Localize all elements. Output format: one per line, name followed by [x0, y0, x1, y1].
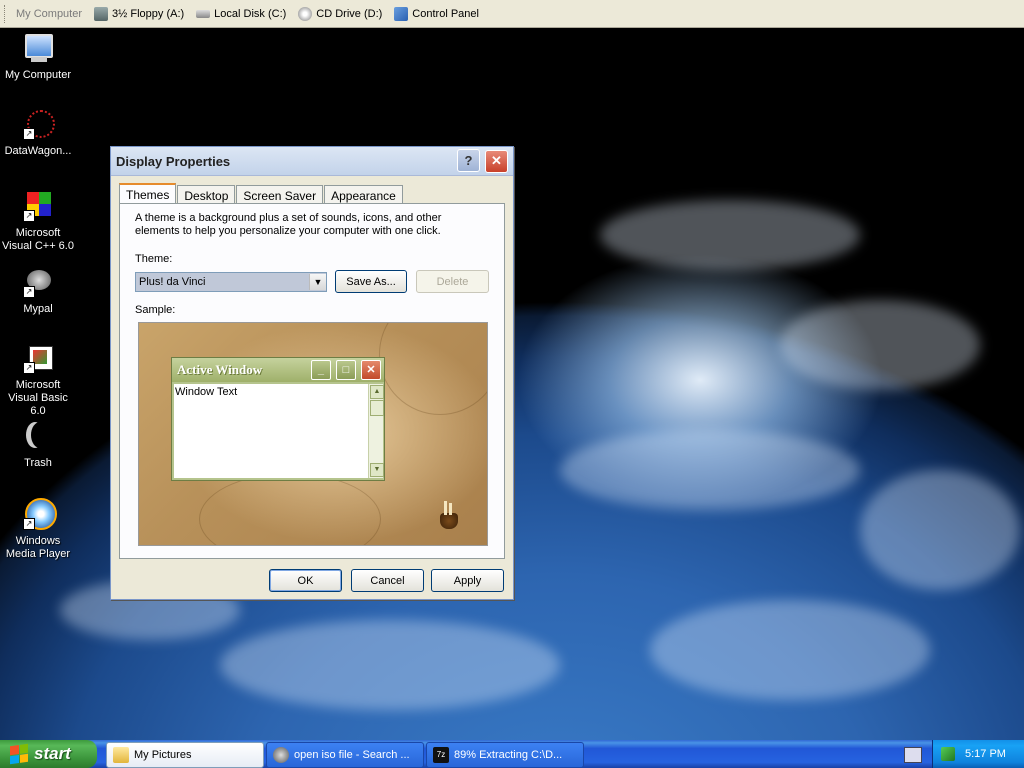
toolbar-item-local-disk[interactable]: Local Disk (C:) [192, 3, 294, 25]
desktop-icon-mypal[interactable]: ↗ Mypal [0, 266, 76, 316]
theme-label: Theme: [135, 253, 173, 265]
desktop-icon-datawagon[interactable]: ↗ DataWagon... [0, 108, 76, 158]
sample-window-text: Window Text [175, 386, 238, 398]
brush-pot-icon [436, 501, 462, 531]
taskbar: start My Pictures open iso file - Search… [0, 740, 1024, 768]
sample-active-window: Active Window _ □ ✕ Window Text ▲ ▼ [171, 357, 385, 481]
trash-icon [21, 420, 55, 454]
mypal-icon: ↗ [21, 266, 55, 300]
shortcut-arrow-icon: ↗ [23, 128, 35, 140]
theme-sample-preview: Active Window _ □ ✕ Window Text ▲ ▼ [138, 322, 488, 546]
toolbar-item-my-computer[interactable]: My Computer [14, 3, 90, 25]
scroll-up-icon: ▲ [370, 385, 384, 399]
desktop-icon-trash[interactable]: Trash [0, 420, 76, 470]
dialog-title: Display Properties [116, 153, 231, 169]
task-my-pictures[interactable]: My Pictures [106, 742, 264, 768]
help-button[interactable]: ? [456, 149, 480, 173]
keyboard-language-icon[interactable] [904, 747, 922, 763]
task-search-browser[interactable]: open iso file - Search ... [266, 742, 424, 768]
media-player-icon: ↗ [21, 498, 57, 532]
scroll-thumb [370, 400, 384, 416]
visual-cpp-icon: ↗ [21, 190, 55, 224]
toolbar-grip[interactable] [4, 4, 8, 23]
toolbar-item-cd-drive[interactable]: CD Drive (D:) [294, 3, 390, 25]
delete-button[interactable]: Delete [416, 270, 489, 293]
sketch-decoration [199, 473, 381, 545]
start-button[interactable]: start [0, 740, 97, 768]
hard-disk-icon [196, 9, 211, 18]
folder-icon [113, 747, 129, 763]
desktop-icon-visual-basic[interactable]: ↗ Microsoft Visual Basic 6.0 [0, 342, 76, 418]
shortcut-arrow-icon: ↗ [23, 518, 35, 530]
sample-window-title-bar: Active Window _ □ ✕ [172, 358, 384, 382]
theme-select-value: Plus! da Vinci [139, 276, 206, 288]
maximize-icon: □ [335, 360, 356, 381]
toolbar-item-control-panel[interactable]: Control Panel [390, 3, 487, 25]
task-7zip-extract[interactable]: 7z 89% Extracting C:\D... [426, 742, 584, 768]
theme-select[interactable]: Plus! da Vinci ▼ [135, 272, 327, 292]
dialog-title-bar[interactable]: Display Properties ? ✕ [111, 147, 513, 176]
sample-scrollbar: ▲ ▼ [368, 384, 384, 478]
display-properties-dialog: Display Properties ? ✕ Themes Desktop Sc… [110, 146, 514, 600]
search-browser-icon [273, 747, 289, 763]
shortcut-arrow-icon: ↗ [23, 362, 35, 374]
shortcut-arrow-icon: ↗ [23, 286, 35, 298]
desktop-icon-visual-cpp[interactable]: ↗ Microsoft Visual C++ 6.0 [0, 190, 76, 253]
scroll-down-icon: ▼ [370, 463, 384, 477]
save-as-button[interactable]: Save As... [335, 270, 407, 293]
shortcut-arrow-icon: ↗ [23, 210, 35, 222]
floppy-icon [94, 6, 109, 21]
ok-button[interactable]: OK [269, 569, 342, 592]
datawagon-icon: ↗ [21, 108, 55, 142]
visual-basic-icon: ↗ [21, 342, 55, 376]
system-tray: 5:17 PM [932, 740, 1024, 768]
close-icon: ✕ [361, 359, 381, 380]
chevron-down-icon[interactable]: ▼ [309, 274, 326, 290]
cd-drive-icon [298, 6, 313, 21]
sample-window-body: Window Text [174, 384, 370, 478]
7zip-icon: 7z [433, 747, 449, 763]
control-panel-icon [394, 6, 409, 21]
top-toolbar: My Computer 3½ Floppy (A:) Local Disk (C… [0, 0, 1024, 28]
cancel-button[interactable]: Cancel [351, 569, 424, 592]
minimize-icon: _ [310, 360, 331, 381]
close-button[interactable]: ✕ [485, 149, 508, 173]
start-label: start [34, 744, 71, 763]
desktop-icon-media-player[interactable]: ↗ Windows Media Player [0, 498, 76, 561]
sketch-decoration [379, 323, 487, 415]
network-icon[interactable] [941, 747, 955, 761]
windows-logo-icon [10, 743, 28, 765]
apply-button[interactable]: Apply [431, 569, 504, 592]
sample-window-title: Active Window [177, 362, 263, 377]
themes-panel: A theme is a background plus a set of so… [119, 203, 505, 559]
theme-description: A theme is a background plus a set of so… [135, 212, 442, 237]
computer-icon [21, 32, 55, 66]
desktop-icon-my-computer[interactable]: My Computer [0, 32, 76, 82]
sample-label: Sample: [135, 304, 176, 316]
toolbar-item-floppy[interactable]: 3½ Floppy (A:) [90, 3, 192, 25]
clock[interactable]: 5:17 PM [965, 748, 1006, 760]
